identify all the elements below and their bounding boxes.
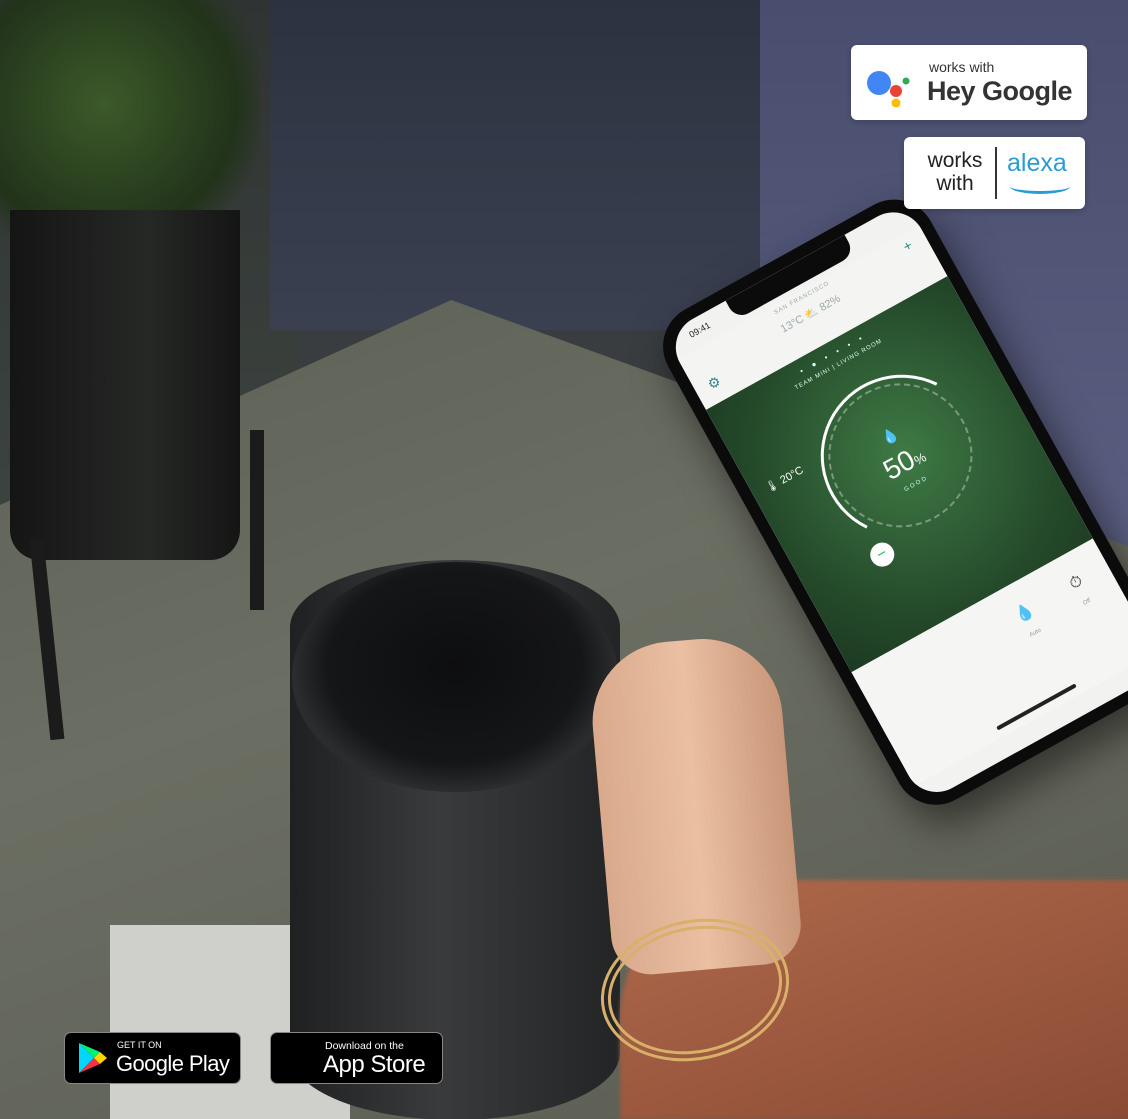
pot-stand-leg xyxy=(250,430,264,610)
google-play-small: GET IT ON xyxy=(117,1040,162,1050)
app-store-button[interactable]: Download on the App Store xyxy=(270,1032,443,1084)
google-assistant-icon xyxy=(867,71,910,107)
alexa-badge-works: works with xyxy=(916,149,994,195)
decrease-button[interactable]: − xyxy=(865,538,899,571)
works-with-google-badge[interactable]: works with Hey Google xyxy=(851,45,1087,120)
home-indicator xyxy=(996,683,1077,731)
works-with-alexa-badge[interactable]: works with alexa xyxy=(904,137,1085,209)
wall-back xyxy=(270,0,790,330)
temperature-readout: 🌡 20°C xyxy=(763,464,806,495)
status-time: 09:41 xyxy=(687,320,712,340)
app-store-big: App Store xyxy=(323,1051,426,1078)
google-play-button[interactable]: GET IT ON Google Play xyxy=(64,1032,241,1084)
google-play-big: Google Play xyxy=(116,1051,230,1076)
temperature-value: 20°C xyxy=(778,464,806,487)
alexa-smile-icon xyxy=(1010,179,1070,194)
dial-arc xyxy=(798,352,1005,559)
alexa-works: works xyxy=(927,149,983,172)
alexa-with: with xyxy=(936,172,974,195)
google-badge-small: works with xyxy=(929,59,995,75)
gear-icon[interactable]: ⚙ xyxy=(705,373,724,394)
google-badge-big: Hey Google xyxy=(927,76,1073,106)
badge-divider xyxy=(995,147,997,199)
humidifier-top xyxy=(292,562,618,792)
google-play-icon xyxy=(79,1043,107,1073)
plant-pot xyxy=(10,210,240,560)
alexa-logo: alexa xyxy=(1007,149,1067,177)
